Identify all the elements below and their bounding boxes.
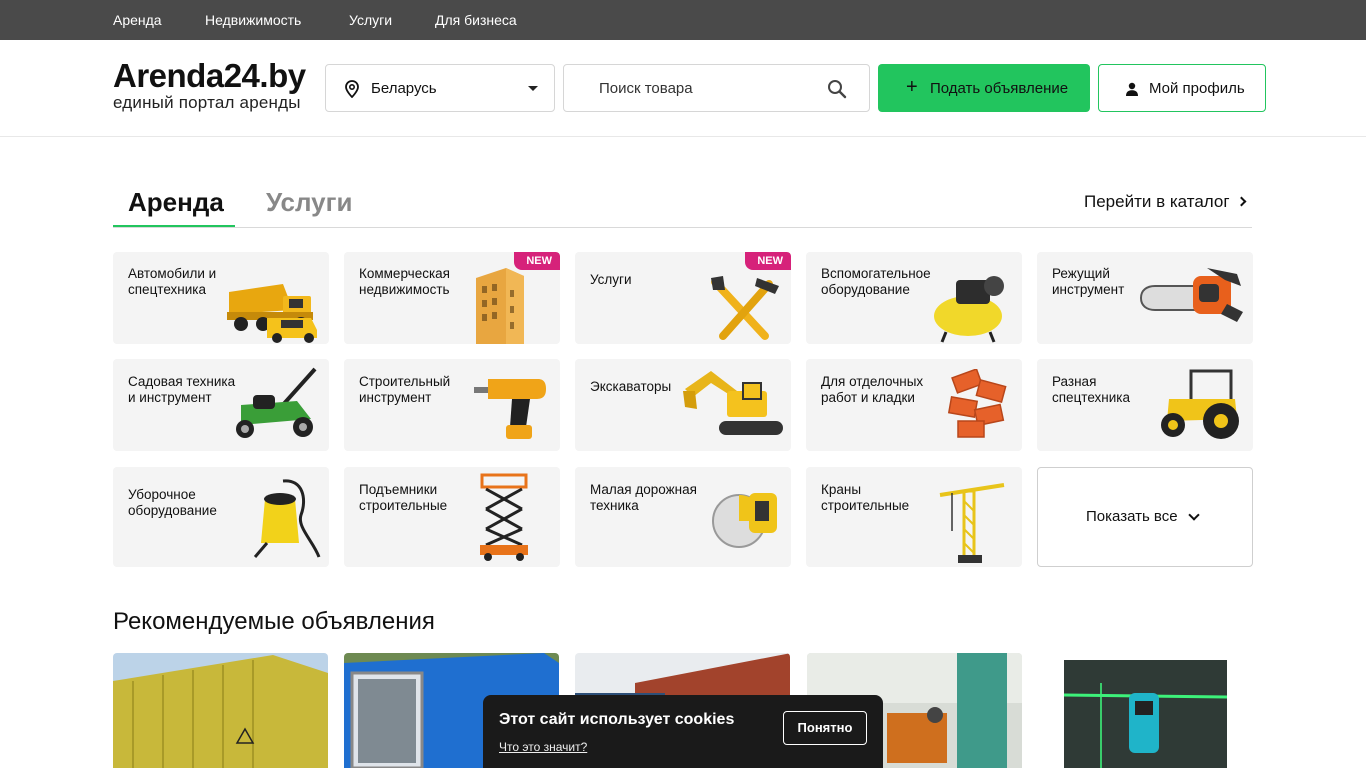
top-nav: Аренда Недвижимость Услуги Для бизнеса: [0, 0, 1366, 40]
tools-icon: [711, 276, 779, 340]
region-select[interactable]: Беларусь: [325, 64, 555, 112]
cookie-accept-button[interactable]: Понятно: [783, 711, 867, 745]
chevron-down-icon: [528, 86, 538, 91]
cookie-banner: Этот сайт использует cookies Что это зна…: [483, 695, 883, 768]
logo-title[interactable]: Arenda24.by: [113, 58, 306, 94]
chevron-down-icon: [1188, 509, 1200, 521]
topnav-business[interactable]: Для бизнеса: [435, 12, 517, 28]
chevron-right-icon: [1236, 196, 1246, 207]
category-label: Разная спецтехника: [1052, 374, 1131, 405]
header: Arenda24.by единый портал аренды Беларус…: [0, 40, 1366, 137]
category-card[interactable]: Малая дорожная техника: [575, 467, 791, 567]
catalog-link-label: Перейти в каталог: [1084, 192, 1230, 211]
listing-photo[interactable]: [113, 653, 328, 768]
category-label: Краны строительные: [821, 482, 910, 513]
listing-photo[interactable]: [1037, 653, 1252, 768]
building-icon: [476, 268, 524, 344]
vacuum-icon: [253, 479, 321, 558]
category-label: Малая дорожная техника: [590, 482, 697, 513]
logo-subtitle: единый портал аренды: [113, 93, 301, 112]
post-ad-button[interactable]: + Подать объявление: [878, 64, 1090, 112]
category-label: Садовая техника и инструмент: [128, 374, 236, 405]
topnav-realty[interactable]: Недвижимость: [205, 12, 301, 28]
category-card[interactable]: Коммерческая недвижимость NEW: [344, 252, 560, 344]
laser-level-photo: [1037, 653, 1252, 768]
tractor-icon: [1161, 369, 1239, 439]
category-card[interactable]: Автомобили и спецтехника: [113, 252, 329, 344]
show-all-label: Показать все: [1086, 508, 1178, 525]
category-label: Услуги: [590, 272, 632, 287]
scissor-lift-icon: [480, 473, 528, 561]
category-card[interactable]: Садовая техника и инструмент: [113, 359, 329, 451]
location-pin-icon: [345, 80, 359, 98]
tab-services[interactable]: Услуги: [266, 187, 352, 218]
category-label: Вспомогательное оборудование: [821, 266, 931, 297]
category-card[interactable]: Подъемники строительные: [344, 467, 560, 567]
search-icon[interactable]: [827, 79, 847, 99]
bricks-icon: [947, 369, 1007, 438]
user-icon: [1126, 82, 1138, 96]
category-label: Строительный инструмент: [359, 374, 451, 405]
show-all-button[interactable]: Показать все: [1037, 467, 1253, 567]
cookie-info-link[interactable]: Что это значит?: [499, 740, 587, 754]
plus-icon: +: [906, 76, 918, 98]
category-card[interactable]: Разная спецтехника: [1037, 359, 1253, 451]
topnav-rent[interactable]: Аренда: [113, 12, 162, 28]
cookie-title: Этот сайт использует cookies: [499, 711, 735, 728]
tabs-divider: [113, 227, 1252, 228]
post-ad-label: Подать объявление: [930, 80, 1069, 97]
search-input[interactable]: [565, 66, 815, 110]
category-card[interactable]: Режущий инструмент: [1037, 252, 1253, 344]
search-box: [563, 64, 870, 112]
new-badge: NEW: [514, 252, 560, 270]
category-card[interactable]: Строительный инструмент: [344, 359, 560, 451]
region-value: Беларусь: [371, 80, 437, 97]
truck-icon: [227, 284, 317, 343]
container-photo: [113, 653, 328, 768]
section-title: Рекомендуемые объявления: [113, 608, 435, 635]
category-card[interactable]: Экскаваторы: [575, 359, 791, 451]
category-label: Коммерческая недвижимость: [359, 266, 450, 297]
category-card[interactable]: Краны строительные: [806, 467, 1022, 567]
category-card[interactable]: Для отделочных работ и кладки: [806, 359, 1022, 451]
tab-rent[interactable]: Аренда: [128, 187, 224, 218]
lawnmower-icon: [236, 367, 317, 438]
category-label: Подъемники строительные: [359, 482, 448, 513]
category-label: Уборочное оборудование: [128, 487, 217, 518]
excavator-icon: [683, 371, 783, 435]
category-card[interactable]: Уборочное оборудование: [113, 467, 329, 567]
chainsaw-icon: [1139, 268, 1243, 322]
profile-label: Мой профиль: [1149, 80, 1245, 97]
compressor-icon: [934, 276, 1004, 343]
category-card[interactable]: Вспомогательное оборудование: [806, 252, 1022, 344]
road-saw-icon: [712, 493, 777, 548]
topnav-services[interactable]: Услуги: [349, 12, 392, 28]
drill-icon: [474, 379, 546, 439]
category-label: Для отделочных работ и кладки: [821, 374, 924, 405]
new-badge: NEW: [745, 252, 791, 270]
crane-icon: [939, 483, 1005, 563]
catalog-link[interactable]: Перейти в каталог: [1084, 192, 1246, 212]
category-card[interactable]: Услуги NEW: [575, 252, 791, 344]
profile-button[interactable]: Мой профиль: [1098, 64, 1266, 112]
